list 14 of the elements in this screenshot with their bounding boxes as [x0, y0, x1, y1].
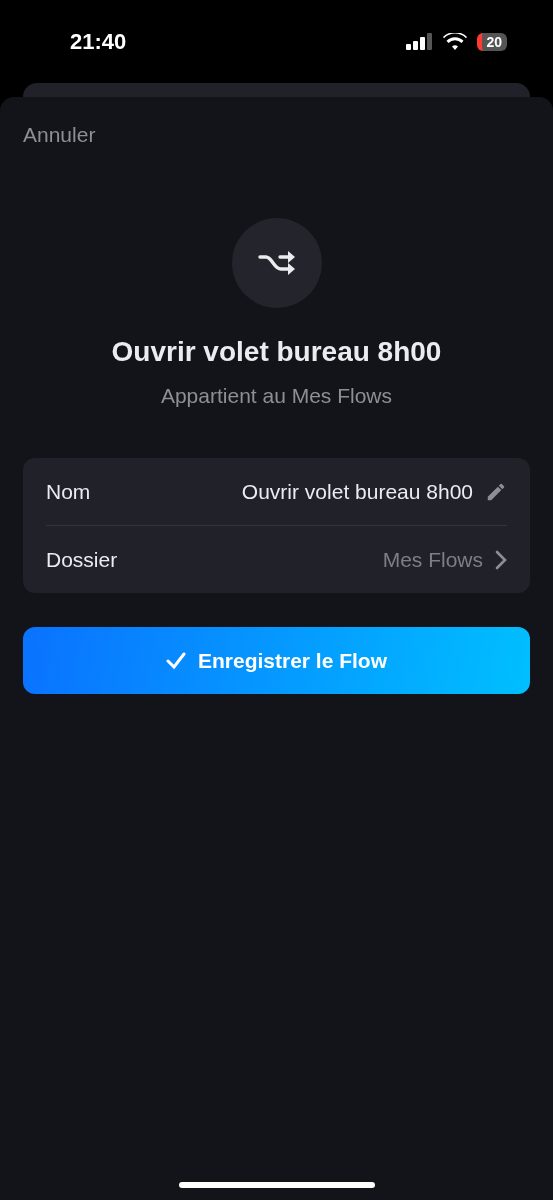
- row-label: Nom: [46, 479, 91, 504]
- status-time: 21:40: [70, 28, 127, 55]
- flow-subtitle: Appartient au Mes Flows: [159, 384, 394, 408]
- battery-level: 20: [477, 32, 507, 51]
- wifi-icon: [443, 32, 468, 51]
- row-value[interactable]: Mes Flows: [382, 547, 483, 572]
- row-label: Dossier: [46, 547, 118, 572]
- check-icon: [165, 651, 186, 670]
- chevron-right-icon: [495, 549, 507, 570]
- shuffle-icon: [257, 248, 296, 278]
- cancel-button[interactable]: Annuler: [23, 123, 96, 147]
- row-value[interactable]: Ouvrir volet bureau 8h00: [241, 479, 473, 504]
- flow-title: Ouvrir volet bureau 8h00: [110, 336, 443, 368]
- signal-icon: [406, 32, 434, 51]
